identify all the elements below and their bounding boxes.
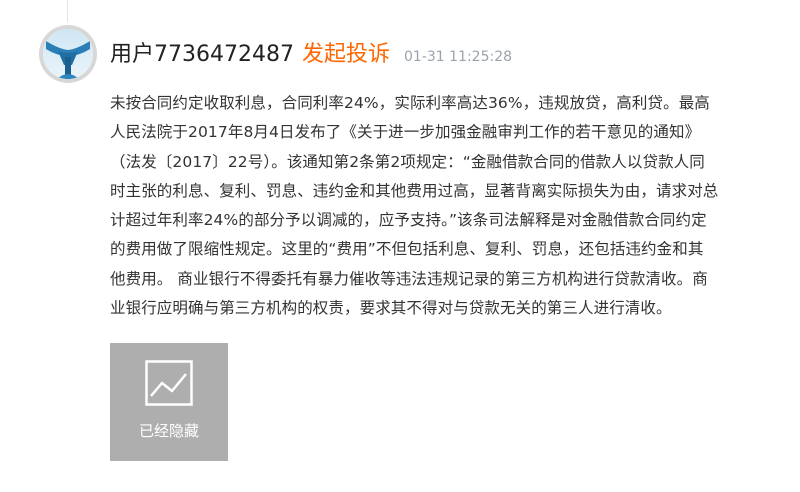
- content-line: 未按合同约定收取利息，合同利率24%，实际利率高达36%，违规放贷，高利贷。最高: [110, 94, 710, 112]
- content-line: 计超过年利率24%的部分予以调减的，应予支持。”该条司法解释是对金融借款合同约定: [110, 211, 707, 230]
- hidden-image-attachment[interactable]: 已经隐藏: [110, 343, 228, 461]
- timestamp: 01-31 11:25:28: [404, 49, 513, 65]
- image-icon: [145, 360, 193, 410]
- avatar[interactable]: [39, 25, 97, 83]
- content-line: 业银行应明确与第三方机构的权责，要求其不得对与贷款无关的第三人进行清收。: [110, 299, 672, 318]
- timeline-line: [67, 0, 68, 22]
- post-content: 未按合同约定收取利息，合同利率24%，实际利率高达36%，违规放贷，高利贷。最高…: [110, 89, 770, 323]
- content-line: 人民法院于2017年8月4日发布了《关于进一步加强金融审判工作的若干意见的通知》: [110, 123, 701, 142]
- content-line: （法发〔2017〕22号）。该通知第2条第2项规定：“金融借款合同的借款人以贷款…: [110, 152, 705, 171]
- post-header: 用户7736472487 发起投诉 01-31 11:25:28: [110, 36, 512, 70]
- content-line: 他费用。 商业银行不得委托有暴力催收等违法违规记录的第三方机构进行贷款清收。商: [110, 269, 708, 288]
- complaint-link[interactable]: 发起投诉: [302, 36, 390, 68]
- avatar-icon: [43, 29, 93, 79]
- hidden-label: 已经隐藏: [138, 422, 199, 440]
- content-line: 时主张的利息、复利、罚息、违约金和其他费用过高，显著背离实际损失为由，请求对总: [110, 181, 719, 200]
- username[interactable]: 用户7736472487: [110, 36, 294, 68]
- content-line: 的费用做了限缩性规定。这里的“费用”不但包括利息、复利、罚息，还包括违约金和其: [110, 240, 704, 259]
